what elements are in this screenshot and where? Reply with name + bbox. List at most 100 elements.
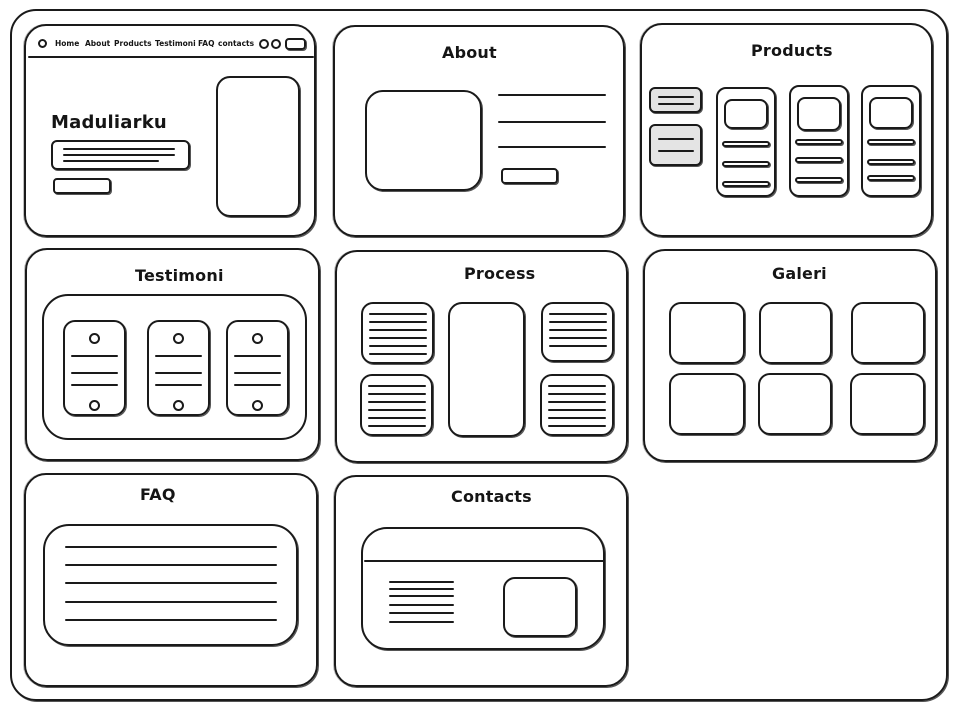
hero-tagline-box [51,140,190,170]
faq-item-line[interactable] [65,601,277,604]
faq-item-line[interactable] [65,582,277,585]
contact-info-line [389,581,454,583]
galeri-panel: Galeri [643,249,937,462]
step-line [549,329,607,331]
testimonial-line [71,372,118,374]
gallery-image[interactable] [759,302,832,364]
filter-line [658,96,694,98]
product-image [869,97,913,129]
product-line [722,141,770,147]
process-image-placeholder [448,302,525,437]
step-line [369,353,427,355]
quote-icon [89,400,100,411]
about-text-line [498,146,606,149]
process-step [361,302,434,364]
process-title: Process [464,264,536,283]
about-button[interactable] [501,168,558,184]
product-image [797,97,841,131]
hero-tagline-line [63,154,175,156]
testimonial-card[interactable] [147,320,210,416]
faq-item-line[interactable] [65,546,277,549]
nav-contacts[interactable]: contacts [218,39,254,48]
about-title: About [442,43,497,62]
faq-title: FAQ [140,485,176,504]
product-card[interactable] [716,87,776,197]
step-line [548,409,606,411]
products-title: Products [751,41,833,60]
step-line [548,393,606,395]
step-line [368,425,426,427]
step-line [368,401,426,403]
product-filter-item[interactable] [649,124,702,166]
product-line [867,139,915,145]
hero-tagline-line [63,160,159,162]
contact-info-line [389,604,454,606]
gallery-image[interactable] [669,302,745,364]
brand-title: Maduliarku [51,112,167,133]
contacts-panel: Contacts [334,475,628,687]
quote-icon [173,400,184,411]
about-text-line [498,94,606,97]
testimoni-slider [42,294,307,440]
nav-testimoni[interactable]: Testimoni [155,39,196,48]
step-line [369,313,427,315]
testimonial-line [155,372,202,374]
step-line [549,313,607,315]
step-line [369,321,427,323]
step-line [548,401,606,403]
process-step [541,302,614,362]
contact-card [361,527,605,650]
faq-item-line[interactable] [65,564,277,567]
nav-about[interactable]: About [85,39,110,48]
product-line [795,139,843,145]
nav-button[interactable] [285,38,306,50]
testimonial-line [71,384,118,386]
step-line [368,417,426,419]
quote-icon [252,400,263,411]
product-image [724,99,768,129]
gallery-image[interactable] [850,373,925,435]
step-line [548,385,606,387]
contacts-title: Contacts [451,487,532,506]
product-line [795,157,843,163]
testimonial-line [155,355,202,357]
step-line [369,345,427,347]
testimonial-line [234,372,281,374]
testimonial-card[interactable] [226,320,289,416]
product-card[interactable] [789,85,849,197]
step-line [548,425,606,427]
step-line [368,385,426,387]
testimoni-title: Testimoni [135,266,224,285]
nav-faq[interactable]: FAQ [198,39,214,48]
testimonial-line [155,384,202,386]
product-filter-item[interactable] [649,87,702,113]
hero-tagline-line [63,148,175,150]
testimonial-line [234,355,281,357]
gallery-image[interactable] [669,373,745,435]
process-step [360,374,433,436]
avatar-icon [252,333,263,344]
hero-cta-button[interactable] [53,178,111,194]
product-line [795,177,843,183]
contact-info-line [389,612,454,614]
product-card[interactable] [861,85,921,197]
nav-divider [28,56,314,59]
contact-info-line [389,588,454,590]
step-line [549,337,607,339]
testimonial-card[interactable] [63,320,126,416]
contact-info-line [389,621,454,623]
nav-toggle-icon-2[interactable] [271,39,281,49]
nav-home[interactable]: Home [55,39,79,48]
nav-products[interactable]: Products [114,39,152,48]
logo-icon [38,39,47,48]
step-line [368,409,426,411]
testimonial-line [234,384,281,386]
product-line [867,175,915,181]
filter-line [658,103,694,105]
gallery-image[interactable] [758,373,832,435]
nav-toggle-icon-1[interactable] [259,39,269,49]
filter-line [658,138,694,140]
hero-panel: Home About Products Testimoni FAQ contac… [24,24,316,237]
gallery-image[interactable] [851,302,925,364]
faq-item-line[interactable] [65,619,277,622]
